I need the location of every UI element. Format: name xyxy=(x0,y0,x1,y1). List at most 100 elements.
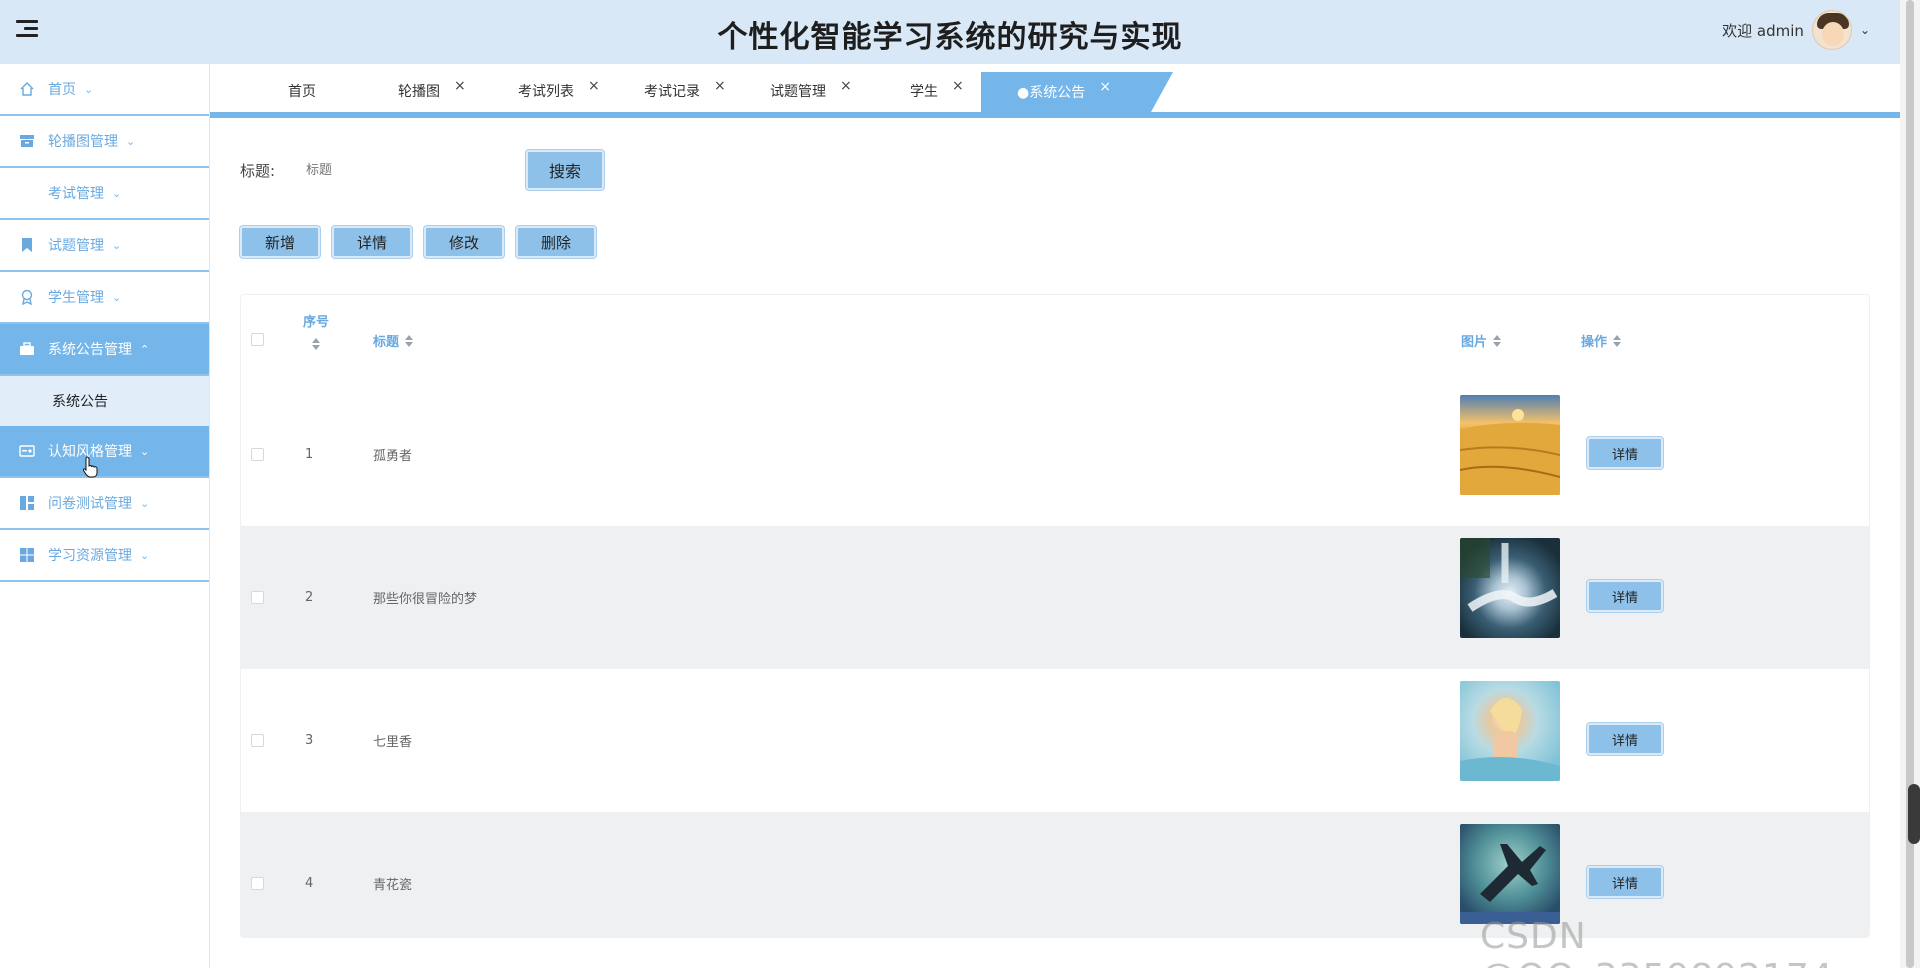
column-header-title[interactable]: 标题 xyxy=(373,331,414,350)
sort-icon[interactable] xyxy=(1493,334,1502,347)
table-header: 序号 标题 图片 操作 xyxy=(241,295,1869,383)
row-detail-button[interactable]: 详情 xyxy=(1587,723,1663,755)
tab-system-announcement[interactable]: ●系统公告 × xyxy=(981,72,1173,112)
sidebar-item-questionnaire[interactable]: 问卷测试管理 ⌄ xyxy=(0,478,209,530)
sidebar-item-resources[interactable]: 学习资源管理 ⌄ xyxy=(0,530,209,582)
chevron-down-icon: ⌄ xyxy=(140,548,150,562)
action-toolbar: 新增 详情 修改 删除 xyxy=(240,226,596,258)
detail-button[interactable]: 详情 xyxy=(332,226,412,258)
sort-icon[interactable] xyxy=(312,338,320,350)
sidebar-item-label: 试题管理 xyxy=(48,238,104,254)
close-icon[interactable]: × xyxy=(454,78,466,94)
chevron-down-icon: ⌄ xyxy=(84,82,94,96)
sort-icon[interactable] xyxy=(1613,334,1622,347)
column-header-operation[interactable]: 操作 xyxy=(1581,331,1622,350)
chevron-down-icon: ⌄ xyxy=(140,444,150,458)
id-card-icon xyxy=(18,442,36,460)
row-detail-button[interactable]: 详情 xyxy=(1587,866,1663,898)
search-button[interactable]: 搜索 xyxy=(526,150,604,190)
sidebar-item-exam[interactable]: 考试管理 ⌄ xyxy=(0,168,209,220)
table-row[interactable]: 3 七里香 详情 xyxy=(241,669,1869,812)
column-header-image[interactable]: 图片 xyxy=(1461,331,1502,350)
add-button[interactable]: 新增 xyxy=(240,226,320,258)
search-input[interactable] xyxy=(306,152,526,188)
row-index: 1 xyxy=(305,447,314,462)
announcement-table: 序号 标题 图片 操作 1 孤勇者 详情 2 那些你很冒险的梦 详情 3 七里香… xyxy=(240,294,1870,938)
sidebar-item-cognitive-style[interactable]: 认知风格管理 ⌄ xyxy=(0,426,209,478)
delete-button[interactable]: 删除 xyxy=(516,226,596,258)
sidebar-item-announcements[interactable]: 系统公告管理 ⌃ xyxy=(0,324,209,376)
row-image xyxy=(1460,681,1560,781)
sidebar-item-students[interactable]: 学生管理 ⌄ xyxy=(0,272,209,324)
sidebar: 首页 ⌄ 轮播图管理 ⌄ 考试管理 ⌄ 试题管理 ⌄ 学生管理 ⌄ 系统公告管理… xyxy=(0,64,210,968)
row-checkbox[interactable] xyxy=(251,448,264,461)
edit-button[interactable]: 修改 xyxy=(424,226,504,258)
sidebar-item-carousel[interactable]: 轮播图管理 ⌄ xyxy=(0,116,209,168)
close-icon[interactable]: × xyxy=(840,78,852,94)
tab-label: 考试列表 xyxy=(518,84,574,100)
award-icon xyxy=(18,288,36,306)
tab-students[interactable]: 学生 × xyxy=(910,74,964,108)
row-checkbox[interactable] xyxy=(251,591,264,604)
tab-label: 考试记录 xyxy=(644,84,700,100)
tab-carousel[interactable]: 轮播图 × xyxy=(398,74,466,108)
main-content: 标题: 搜索 新增 详情 修改 删除 序号 标题 图片 操作 xyxy=(210,118,1900,968)
dashboard-icon xyxy=(18,494,36,512)
archive-icon xyxy=(18,132,36,150)
briefcase-icon xyxy=(18,340,36,358)
sidebar-item-questions[interactable]: 试题管理 ⌄ xyxy=(0,220,209,272)
tab-label: 试题管理 xyxy=(770,84,826,100)
scrollbar-grip-handle[interactable] xyxy=(1908,784,1920,844)
tab-label: 首页 xyxy=(288,84,316,100)
watermark: CSDN @QQ_3359892174 xyxy=(1480,916,1833,968)
tab-label: 学生 xyxy=(910,84,938,100)
chevron-down-icon: ⌄ xyxy=(126,134,136,148)
sidebar-item-label: 学习资源管理 xyxy=(48,548,132,564)
search-form: 标题: 搜索 xyxy=(240,148,604,192)
row-title: 孤勇者 xyxy=(373,449,413,464)
row-index: 2 xyxy=(305,590,314,605)
sidebar-item-home[interactable]: 首页 ⌄ xyxy=(0,64,209,116)
sidebar-item-label: 首页 xyxy=(48,82,76,98)
row-index: 4 xyxy=(305,876,314,891)
row-checkbox[interactable] xyxy=(251,734,264,747)
avatar[interactable] xyxy=(1811,10,1852,50)
row-detail-button[interactable]: 详情 xyxy=(1587,580,1663,612)
close-icon[interactable]: × xyxy=(952,78,964,94)
column-header-index[interactable]: 序号 xyxy=(303,311,329,350)
close-icon[interactable]: × xyxy=(1099,79,1111,95)
column-header-label: 序号 xyxy=(303,315,330,330)
tab-bar: 首页 轮播图 × 考试列表 × 考试记录 × 试题管理 × 学生 × ●系统公告… xyxy=(210,64,1900,118)
tab-label: 轮播图 xyxy=(398,84,440,100)
row-checkbox[interactable] xyxy=(251,877,264,890)
row-index: 3 xyxy=(305,733,314,748)
chevron-down-icon[interactable]: ⌄ xyxy=(1860,23,1870,37)
row-detail-button[interactable]: 详情 xyxy=(1587,437,1663,469)
tab-home[interactable]: 首页 xyxy=(288,74,316,108)
close-icon[interactable]: × xyxy=(714,78,726,94)
select-all-checkbox[interactable] xyxy=(251,333,264,346)
row-image xyxy=(1460,538,1560,638)
tab-exam-list[interactable]: 考试列表 × xyxy=(518,74,600,108)
table-row[interactable]: 2 那些你很冒险的梦 详情 xyxy=(241,526,1869,669)
column-header-label: 操作 xyxy=(1581,335,1608,350)
sidebar-item-label: 系统公告管理 xyxy=(48,342,132,358)
chevron-down-icon: ⌄ xyxy=(140,496,150,510)
tab-question-management[interactable]: 试题管理 × xyxy=(770,74,852,108)
user-menu[interactable]: 欢迎 admin ⌄ xyxy=(1722,10,1870,50)
welcome-text: 欢迎 admin xyxy=(1722,21,1804,40)
search-label: 标题: xyxy=(240,161,276,180)
sidebar-item-label: 学生管理 xyxy=(48,290,104,306)
tab-exam-records[interactable]: 考试记录 × xyxy=(644,74,726,108)
top-header: 个性化智能学习系统的研究与实现 欢迎 admin ⌄ xyxy=(0,0,1900,64)
chevron-down-icon: ⌄ xyxy=(112,238,122,252)
sort-icon[interactable] xyxy=(405,334,414,347)
sidebar-item-label: 考试管理 xyxy=(48,186,104,202)
close-icon[interactable]: × xyxy=(588,78,600,94)
grid-icon xyxy=(18,546,36,564)
row-image xyxy=(1460,824,1560,924)
row-title: 七里香 xyxy=(373,735,413,750)
chevron-down-icon: ⌄ xyxy=(112,290,122,304)
table-row[interactable]: 1 孤勇者 详情 xyxy=(241,383,1869,526)
sidebar-subitem-announcement[interactable]: 系统公告 xyxy=(0,376,209,426)
